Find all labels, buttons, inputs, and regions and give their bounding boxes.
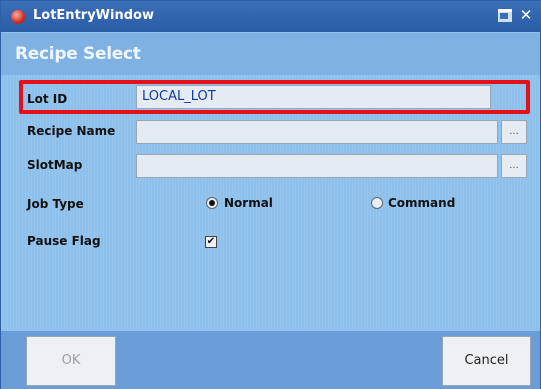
maximize-icon[interactable] bbox=[498, 9, 512, 22]
pause-flag-checkbox[interactable]: ✔ bbox=[205, 236, 217, 248]
slotmap-browse-button[interactable]: ... bbox=[501, 154, 527, 178]
lot-entry-window: LotEntryWindow ✕ Recipe Select Lot ID LO… bbox=[0, 0, 541, 389]
job-type-label: Job Type bbox=[27, 197, 84, 211]
page-title: Recipe Select bbox=[15, 44, 141, 64]
slotmap-label: SlotMap bbox=[27, 158, 83, 172]
window-title: LotEntryWindow bbox=[33, 8, 154, 23]
title-bar[interactable]: LotEntryWindow ✕ bbox=[1, 1, 541, 32]
slotmap-input[interactable] bbox=[136, 154, 498, 178]
job-type-normal-radio[interactable] bbox=[206, 197, 218, 209]
recipe-name-input[interactable] bbox=[136, 120, 498, 144]
recipe-name-label: Recipe Name bbox=[27, 124, 116, 138]
app-icon bbox=[11, 10, 25, 24]
close-icon[interactable]: ✕ bbox=[518, 7, 534, 23]
job-type-command-label[interactable]: Command bbox=[388, 196, 455, 210]
cancel-button[interactable]: Cancel bbox=[442, 336, 531, 386]
lot-id-highlight bbox=[19, 80, 530, 114]
header-band: Recipe Select bbox=[1, 33, 540, 75]
pause-flag-label: Pause Flag bbox=[27, 234, 101, 248]
job-type-command-radio[interactable] bbox=[371, 197, 383, 209]
ok-button[interactable]: OK bbox=[26, 336, 116, 386]
recipe-browse-button[interactable]: ... bbox=[501, 120, 527, 144]
job-type-normal-label[interactable]: Normal bbox=[224, 196, 273, 210]
